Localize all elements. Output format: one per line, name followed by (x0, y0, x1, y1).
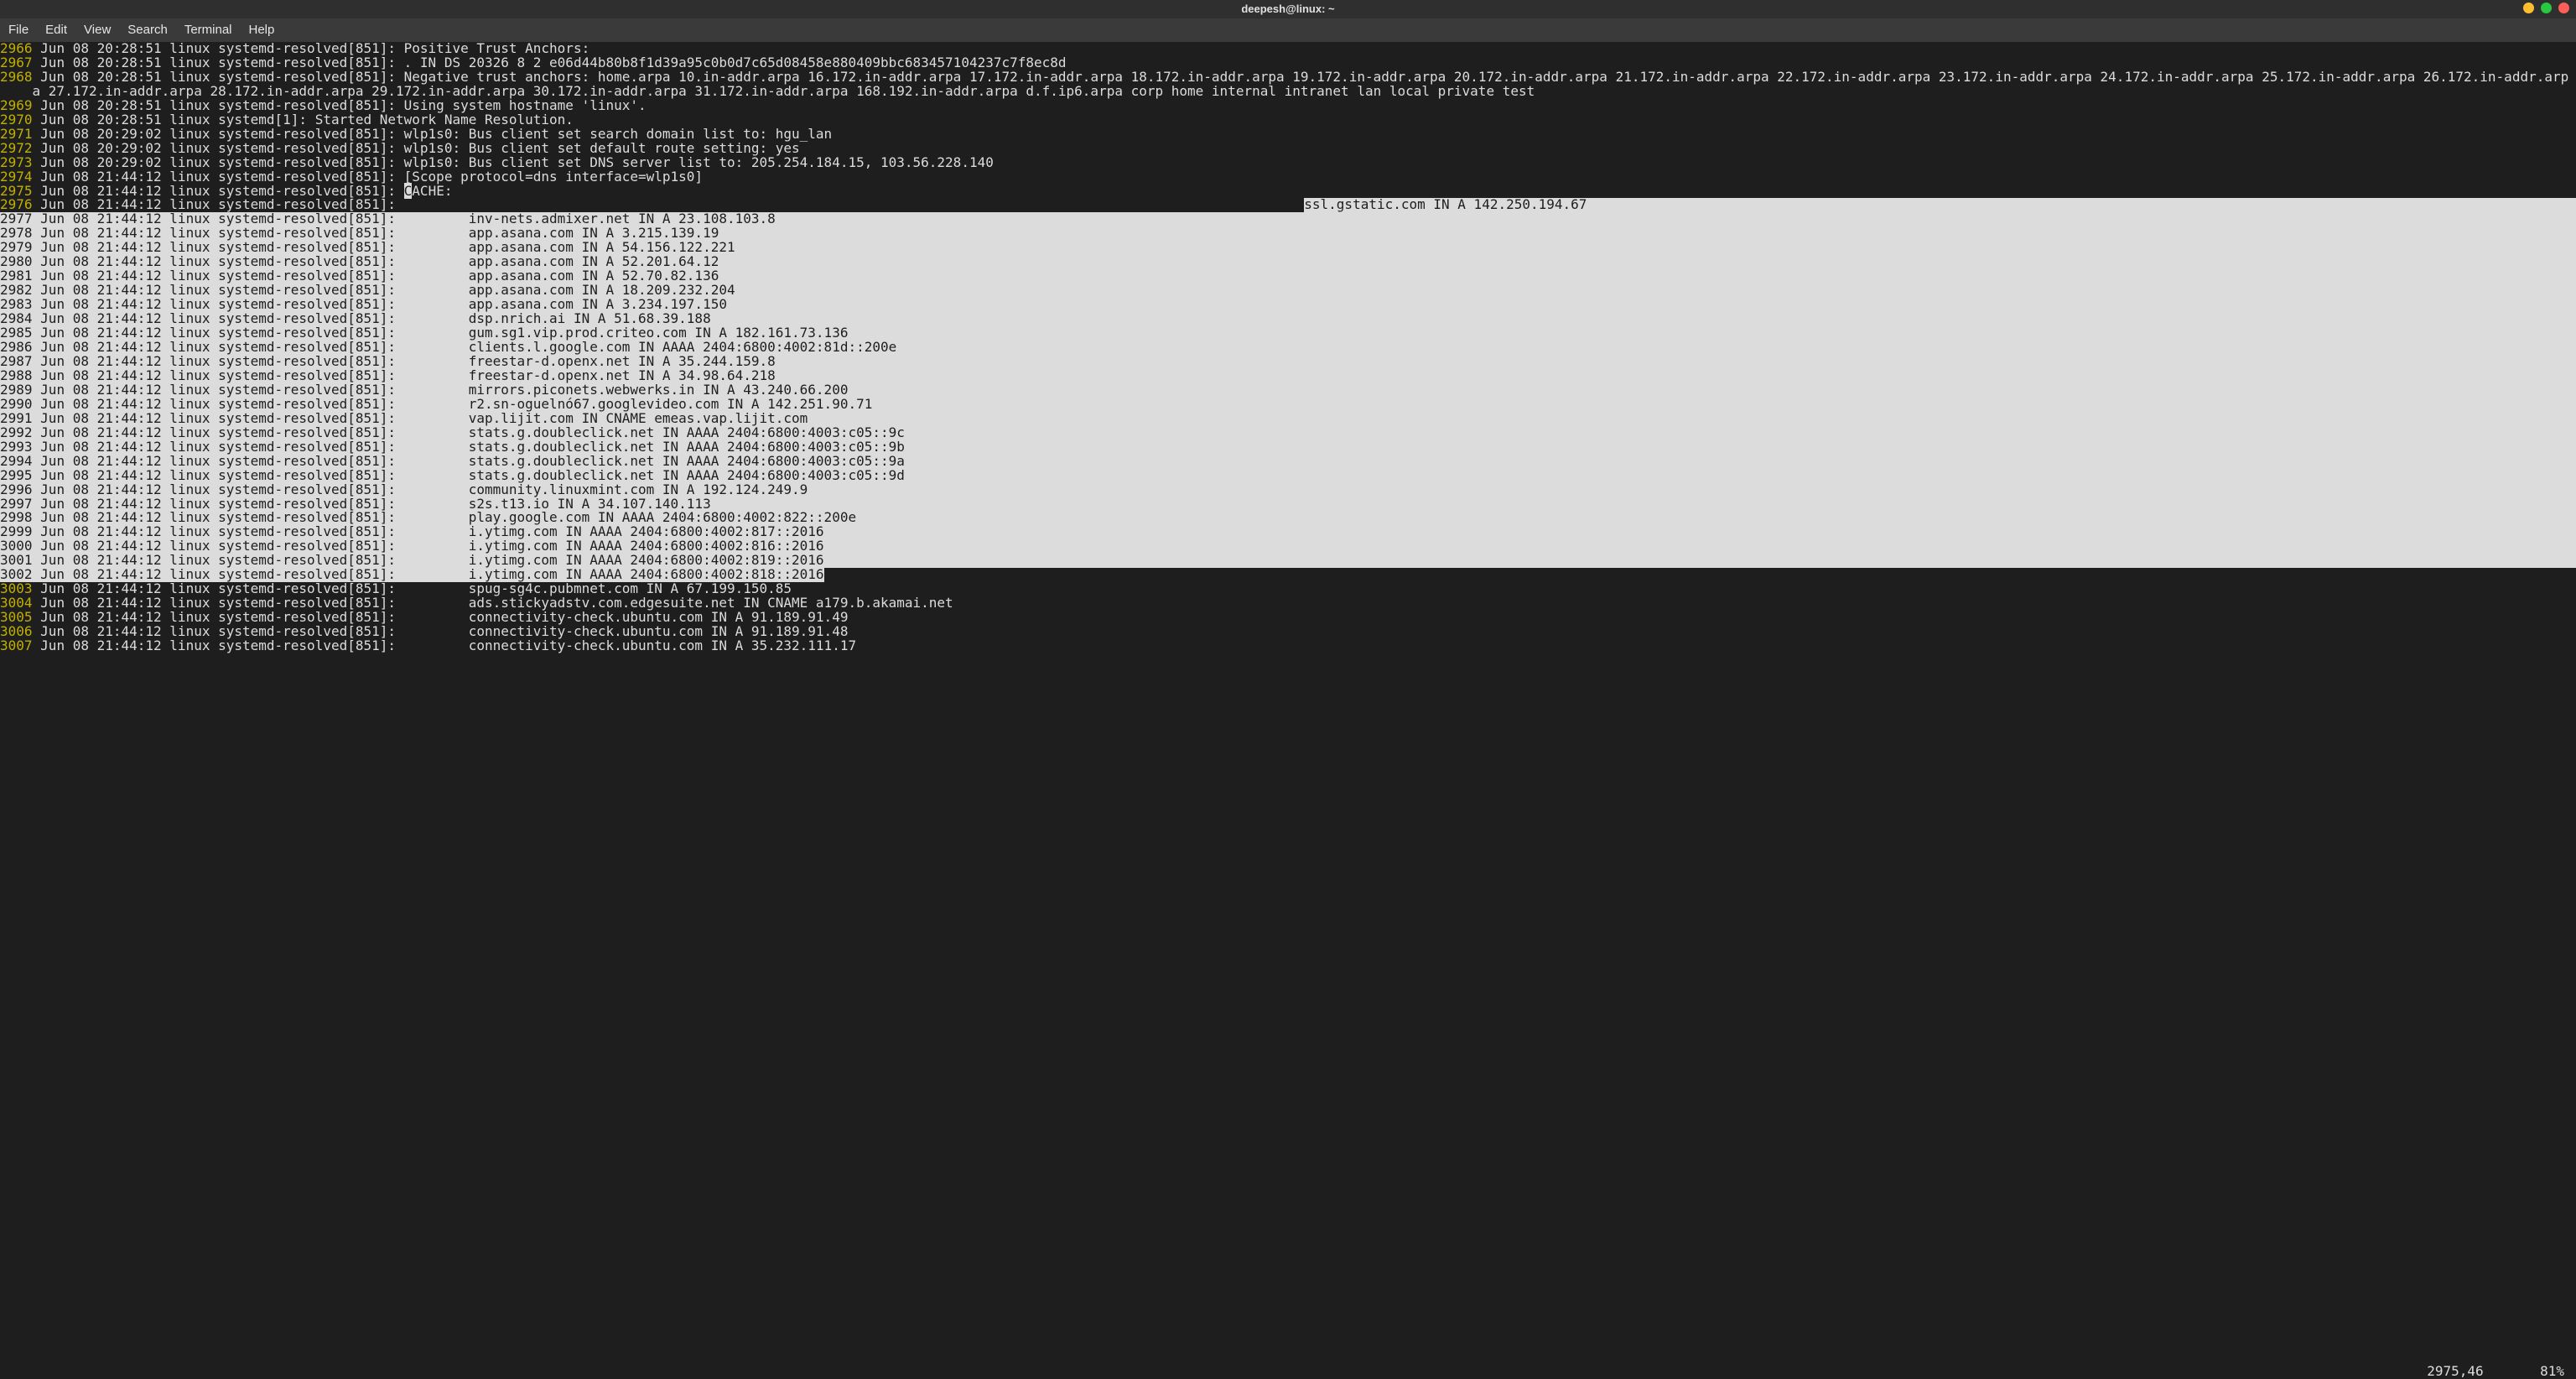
cursor-position: 2975,46 (2427, 1363, 2483, 1379)
line-number: 3007 (0, 639, 33, 653)
log-line: 2996 Jun 08 21:44:12 linux systemd-resol… (0, 483, 2576, 497)
close-icon[interactable] (2558, 3, 2569, 13)
window-title: deepesh@linux: ~ (1241, 3, 1334, 15)
menu-terminal[interactable]: Terminal (176, 18, 241, 42)
log-text: Jun 08 21:44:12 linux systemd-resolved[8… (33, 469, 2576, 483)
log-line: 2968 Jun 08 20:28:51 linux systemd-resol… (0, 70, 2576, 99)
menu-edit[interactable]: Edit (37, 18, 75, 42)
menu-help[interactable]: Help (241, 18, 283, 42)
menu-view[interactable]: View (75, 18, 119, 42)
log-text: Jun 08 21:44:12 linux systemd-resolved[8… (33, 170, 2576, 185)
maximize-icon[interactable] (2541, 3, 2552, 13)
line-number: 2995 (0, 469, 33, 483)
log-text: Jun 08 21:44:12 linux systemd-resolved[8… (33, 483, 2576, 497)
menubar: File Edit View Search Terminal Help (0, 18, 2576, 42)
line-number: 2996 (0, 483, 33, 497)
status-bar: 2975,46 81% (2407, 1350, 2568, 1379)
minimize-icon[interactable] (2523, 3, 2534, 13)
titlebar: deepesh@linux: ~ (0, 0, 2576, 18)
log-line: 2974 Jun 08 21:44:12 linux systemd-resol… (0, 170, 2576, 185)
dns-record: ssl.gstatic.com IN A 142.250.194.67 (1304, 198, 2576, 212)
line-number: 2974 (0, 170, 33, 185)
window-controls (2523, 3, 2569, 13)
log-text: Jun 08 20:28:51 linux systemd-resolved[8… (33, 70, 2576, 99)
log-text: Jun 08 21:44:12 linux systemd-resolved[8… (33, 639, 2576, 653)
scroll-percent: 81% (2540, 1363, 2564, 1379)
menu-search[interactable]: Search (119, 18, 176, 42)
terminal-viewport[interactable]: 2966 Jun 08 20:28:51 linux systemd-resol… (0, 42, 2576, 1379)
line-number: 2968 (0, 70, 33, 85)
log-line: 2995 Jun 08 21:44:12 linux systemd-resol… (0, 469, 2576, 483)
log-line: 3007 Jun 08 21:44:12 linux systemd-resol… (0, 639, 2576, 653)
menu-file[interactable]: File (0, 18, 37, 42)
